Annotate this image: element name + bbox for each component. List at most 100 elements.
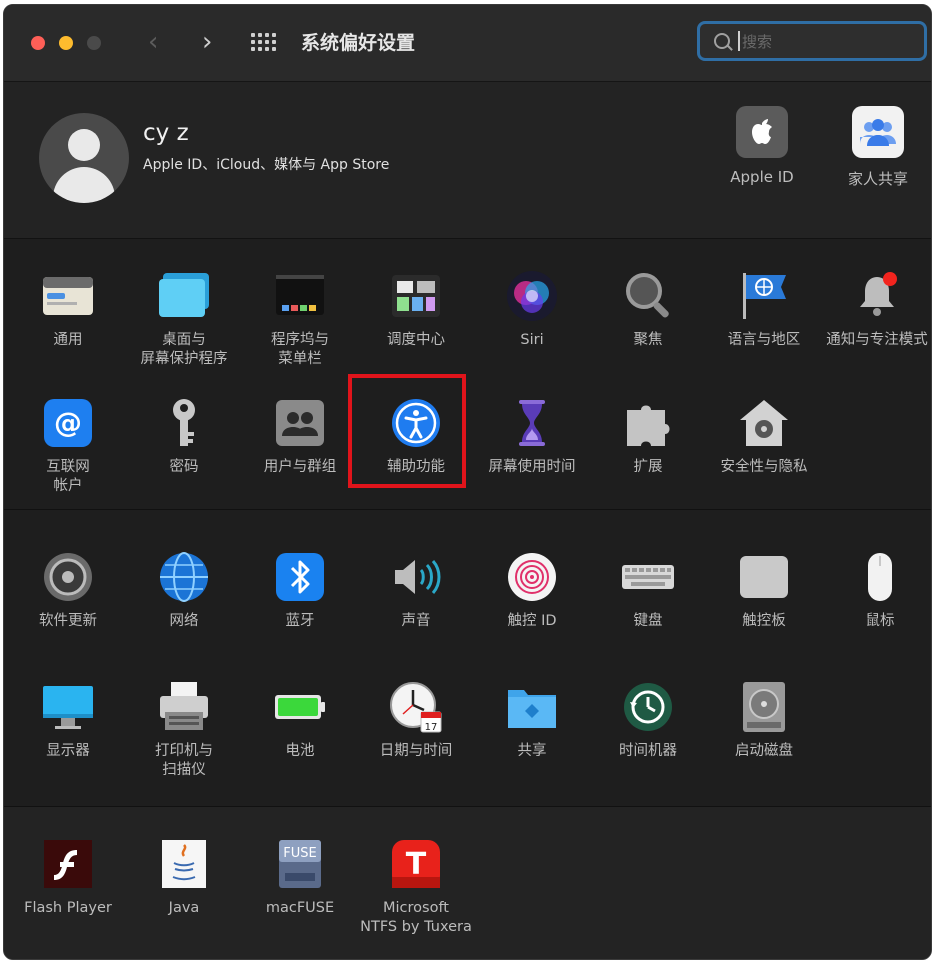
pref-label: 键盘 (633, 613, 663, 629)
mission-control-icon (389, 269, 443, 323)
pref-extensions[interactable]: 扩展 (590, 396, 706, 477)
spotlight-icon (621, 269, 675, 323)
family-sharing-pref[interactable]: 家人共享 (823, 106, 931, 189)
pref-screen-time[interactable]: 屏幕使用时间 (474, 396, 590, 477)
pref-java[interactable]: Java (126, 837, 242, 918)
pref-battery[interactable]: 电池 (242, 680, 358, 761)
language-region-icon (737, 269, 791, 323)
pref-notifications[interactable]: 通知与专注模式 (819, 269, 931, 350)
pref-label: 时间机器 (619, 743, 677, 759)
pref-startup-disk[interactable]: 启动磁盘 (706, 680, 822, 761)
pref-users-groups[interactable]: 用户与群组 (242, 396, 358, 477)
pref-label: 密码 (169, 459, 199, 475)
pref-label: Microsoft NTFS by Tuxera (360, 900, 472, 935)
flash-player-icon (41, 837, 95, 891)
user-subtitle[interactable]: Apple ID、iCloud、媒体与 App Store (143, 154, 389, 174)
user-name[interactable]: cy z (143, 120, 189, 146)
pref-network[interactable]: 网络 (126, 550, 242, 631)
pref-label: 扩展 (633, 459, 663, 475)
apple-id-label: Apple ID (730, 168, 794, 186)
touch-id-fingerprint-icon (505, 550, 559, 604)
pref-time-machine[interactable]: 时间机器 (590, 680, 706, 761)
pref-label: 安全性与隐私 (720, 459, 808, 475)
pref-label: Siri (520, 332, 544, 348)
pref-touch-id[interactable]: 触控 ID (474, 550, 590, 631)
search-icon (714, 33, 730, 49)
time-machine-icon (621, 680, 675, 734)
pref-label: 网络 (169, 613, 199, 629)
family-sharing-label: 家人共享 (847, 170, 908, 188)
sharing-folder-icon (505, 680, 559, 734)
trackpad-icon (737, 550, 791, 604)
search-input[interactable] (740, 29, 914, 55)
pref-flash-player[interactable]: Flash Player (10, 837, 126, 918)
window-title: 系统偏好设置 (301, 32, 416, 54)
pref-label: 显示器 (46, 743, 90, 759)
pref-label: 屏幕使用时间 (488, 459, 576, 475)
pref-label: 启动磁盘 (735, 743, 793, 759)
tuxera-ntfs-icon: T (389, 837, 443, 891)
pref-date-time[interactable]: 17 日期与时间 (358, 680, 474, 761)
chevron-left-icon[interactable]: ‹ (148, 27, 158, 57)
pref-label: 电池 (285, 743, 315, 759)
pref-internet-accounts[interactable]: @ 互联网 帐户 (10, 396, 126, 496)
pref-software-update[interactable]: 软件更新 (10, 550, 126, 631)
system-preferences-window: ‹ › 系统偏好设置 cy z Apple ID、iCloud、媒体与 App … (3, 4, 932, 960)
pref-label: 通用 (53, 332, 83, 348)
other-preferences-section: Flash Player Java FUSE macFUSE T Microso… (4, 807, 931, 959)
pref-label: 桌面与 屏幕保护程序 (140, 332, 228, 367)
search-field[interactable] (697, 21, 927, 61)
pref-trackpad[interactable]: 触控板 (706, 550, 822, 631)
tuxera-icon-text: T (406, 847, 427, 882)
keyboard-icon (621, 550, 675, 604)
pref-tuxera-ntfs[interactable]: T Microsoft NTFS by Tuxera (358, 837, 474, 937)
family-sharing-icon (852, 106, 904, 158)
pref-sharing[interactable]: 共享 (474, 680, 590, 761)
pref-displays[interactable]: 显示器 (10, 680, 126, 761)
battery-icon (273, 680, 327, 734)
pref-bluetooth[interactable]: 蓝牙 (242, 550, 358, 631)
pref-mouse[interactable]: 鼠标 (822, 550, 931, 631)
pref-label: 调度中心 (387, 332, 445, 348)
pref-keyboard[interactable]: 键盘 (590, 550, 706, 631)
apple-id-pref[interactable]: Apple ID (707, 106, 817, 186)
pref-label: 触控 ID (507, 613, 557, 629)
mouse-icon (853, 550, 907, 604)
apple-logo-icon (736, 106, 788, 158)
pref-passwords[interactable]: 密码 (126, 396, 242, 477)
pref-security-privacy[interactable]: 安全性与隐私 (706, 396, 822, 477)
pref-label: 日期与时间 (379, 743, 453, 759)
pref-label: 蓝牙 (285, 613, 315, 629)
pref-label: 软件更新 (39, 613, 97, 629)
pref-label: 用户与群组 (263, 459, 337, 475)
minimize-window-button[interactable] (59, 36, 73, 50)
pref-dock-menubar[interactable]: 程序坞与 菜单栏 (242, 269, 358, 369)
pref-general[interactable]: 通用 (10, 269, 126, 350)
pref-label: 鼠标 (865, 613, 895, 629)
pref-label: 触控板 (742, 613, 786, 629)
desktop-screensaver-icon (157, 269, 211, 323)
extensions-puzzle-icon (621, 396, 675, 450)
pref-printers-scanners[interactable]: 打印机与 扫描仪 (126, 680, 242, 780)
pref-label: 聚焦 (633, 332, 663, 348)
close-window-button[interactable] (31, 36, 45, 50)
pref-language-region[interactable]: 语言与地区 (706, 269, 822, 350)
chevron-right-icon[interactable]: › (202, 27, 212, 57)
pref-spotlight[interactable]: 聚焦 (590, 269, 706, 350)
sound-speaker-icon (389, 550, 443, 604)
printers-scanners-icon (157, 680, 211, 734)
pref-label: 通知与专注模式 (826, 332, 928, 348)
zoom-window-button[interactable] (87, 36, 101, 50)
show-all-grid-icon[interactable] (251, 33, 277, 53)
pref-siri[interactable]: Siri (474, 269, 590, 350)
pref-sound[interactable]: 声音 (358, 550, 474, 631)
pref-label: macFUSE (265, 900, 335, 916)
pref-label: 打印机与 扫描仪 (155, 743, 213, 778)
macfuse-icon-text: FUSE (283, 846, 316, 861)
pref-label: 语言与地区 (727, 332, 801, 348)
bluetooth-icon (273, 550, 327, 604)
pref-mission-control[interactable]: 调度中心 (358, 269, 474, 350)
pref-macfuse[interactable]: FUSE macFUSE (242, 837, 358, 918)
pref-desktop-screensaver[interactable]: 桌面与 屏幕保护程序 (126, 269, 242, 369)
avatar[interactable] (39, 113, 129, 203)
